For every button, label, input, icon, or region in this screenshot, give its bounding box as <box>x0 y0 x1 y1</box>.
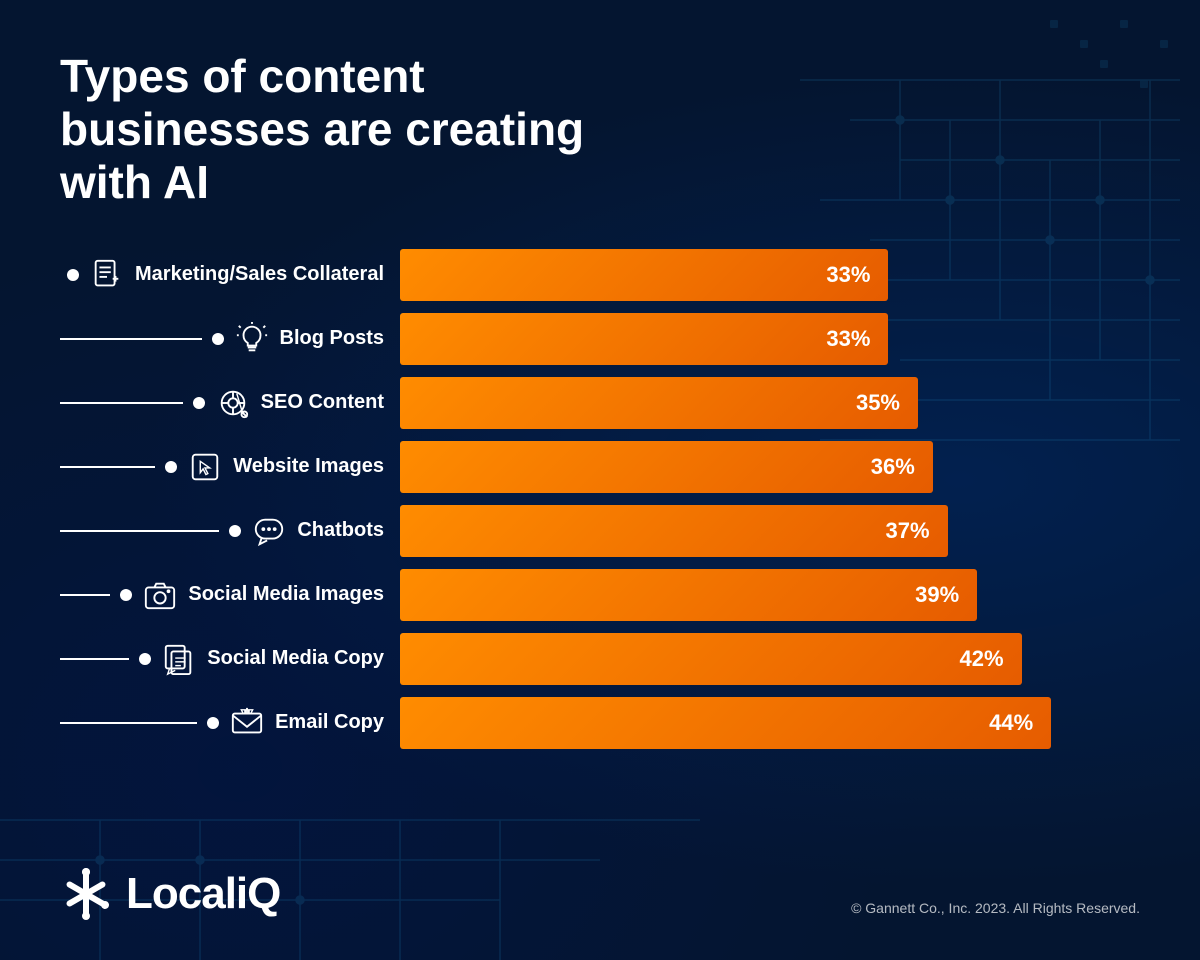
bar-value-seo: 35% <box>856 390 900 416</box>
bar-label-text-marketing: Marketing/Sales Collateral <box>135 263 384 286</box>
chart-row-chatbots: Chatbots 37% <box>60 505 1140 557</box>
bar-container-email-copy: 44% <box>400 697 1140 749</box>
bullet-dot-chatbots <box>229 525 241 537</box>
bullet-dot-seo <box>193 397 205 409</box>
bar-fill-social-copy: 42% <box>400 633 1022 685</box>
bar-value-website-images: 36% <box>871 454 915 480</box>
bar-label-section-chatbots: Chatbots <box>60 513 400 549</box>
bar-label-section-seo: SEO Content <box>60 385 400 421</box>
connector-line-blog-posts <box>60 338 202 340</box>
bar-fill-seo: 35% <box>400 377 918 429</box>
chart-row-email-copy: Email Copy 44% <box>60 697 1140 749</box>
bar-value-email-copy: 44% <box>989 710 1033 736</box>
connector-line-chatbots <box>60 530 219 532</box>
bar-container-social-images: 39% <box>400 569 1140 621</box>
bullet-dot-social-copy <box>139 653 151 665</box>
bar-label-text-blog-posts: Blog Posts <box>280 327 384 350</box>
bullet-dot-blog-posts <box>212 333 224 345</box>
localiq-logo-icon <box>60 868 112 920</box>
bar-value-blog-posts: 33% <box>826 326 870 352</box>
chart-row-blog-posts: Blog Posts 33% <box>60 313 1140 365</box>
bar-fill-blog-posts: 33% <box>400 313 888 365</box>
footer: LocaliQ © Gannett Co., Inc. 2023. All Ri… <box>60 858 1140 920</box>
email-icon <box>229 705 265 741</box>
bar-label-section-marketing: Marketing/Sales Collateral <box>60 257 400 293</box>
cursor-icon <box>187 449 223 485</box>
bar-label-section-blog-posts: Blog Posts <box>60 321 400 357</box>
bar-label-text-seo: SEO Content <box>261 391 384 414</box>
bullet-dot-marketing <box>67 269 79 281</box>
bar-label-text-website-images: Website Images <box>233 455 384 478</box>
connector-line-social-copy <box>60 658 129 660</box>
social-copy-icon <box>161 641 197 677</box>
bar-container-website-images: 36% <box>400 441 1140 493</box>
bar-value-marketing: 33% <box>826 262 870 288</box>
camera-icon <box>142 577 178 613</box>
bar-fill-marketing: 33% <box>400 249 888 301</box>
bar-label-text-social-images: Social Media Images <box>188 583 384 606</box>
bar-fill-social-images: 39% <box>400 569 977 621</box>
bar-fill-email-copy: 44% <box>400 697 1051 749</box>
bullet-dot-website-images <box>165 461 177 473</box>
connector-line-social-images <box>60 594 110 596</box>
bar-container-blog-posts: 33% <box>400 313 1140 365</box>
connector-line-website-images <box>60 466 155 468</box>
chart-row-social-copy: Social Media Copy 42% <box>60 633 1140 685</box>
bar-value-social-copy: 42% <box>960 646 1004 672</box>
logo-text: LocaliQ <box>126 869 280 919</box>
bar-value-chatbots: 37% <box>886 518 930 544</box>
bullet-dot-social-images <box>120 589 132 601</box>
chart-row-seo: SEO Content 35% <box>60 377 1140 429</box>
logo: LocaliQ <box>60 868 280 920</box>
bar-fill-chatbots: 37% <box>400 505 948 557</box>
lightbulb-icon <box>234 321 270 357</box>
bar-label-section-website-images: Website Images <box>60 449 400 485</box>
bar-label-section-email-copy: Email Copy <box>60 705 400 741</box>
copyright-text: © Gannett Co., Inc. 2023. All Rights Res… <box>851 900 1140 916</box>
chat-icon <box>251 513 287 549</box>
connector-line-seo <box>60 402 183 404</box>
bar-label-text-chatbots: Chatbots <box>297 519 384 542</box>
chart-row-marketing: Marketing/Sales Collateral 33% <box>60 249 1140 301</box>
bar-container-seo: 35% <box>400 377 1140 429</box>
bar-label-text-email-copy: Email Copy <box>275 711 384 734</box>
bar-label-text-social-copy: Social Media Copy <box>207 647 384 670</box>
page-title: Types of content businesses are creating… <box>60 50 660 209</box>
bar-value-social-images: 39% <box>915 582 959 608</box>
bar-chart: Marketing/Sales Collateral 33% Blog Posts… <box>60 249 1140 828</box>
bar-container-marketing: 33% <box>400 249 1140 301</box>
bar-label-section-social-copy: Social Media Copy <box>60 641 400 677</box>
bar-container-chatbots: 37% <box>400 505 1140 557</box>
document-icon <box>89 257 125 293</box>
bullet-dot-email-copy <box>207 717 219 729</box>
connector-line-email-copy <box>60 722 197 724</box>
seo-icon <box>215 385 251 421</box>
bar-container-social-copy: 42% <box>400 633 1140 685</box>
bar-fill-website-images: 36% <box>400 441 933 493</box>
bar-label-section-social-images: Social Media Images <box>60 577 400 613</box>
chart-row-website-images: Website Images 36% <box>60 441 1140 493</box>
chart-row-social-images: Social Media Images 39% <box>60 569 1140 621</box>
